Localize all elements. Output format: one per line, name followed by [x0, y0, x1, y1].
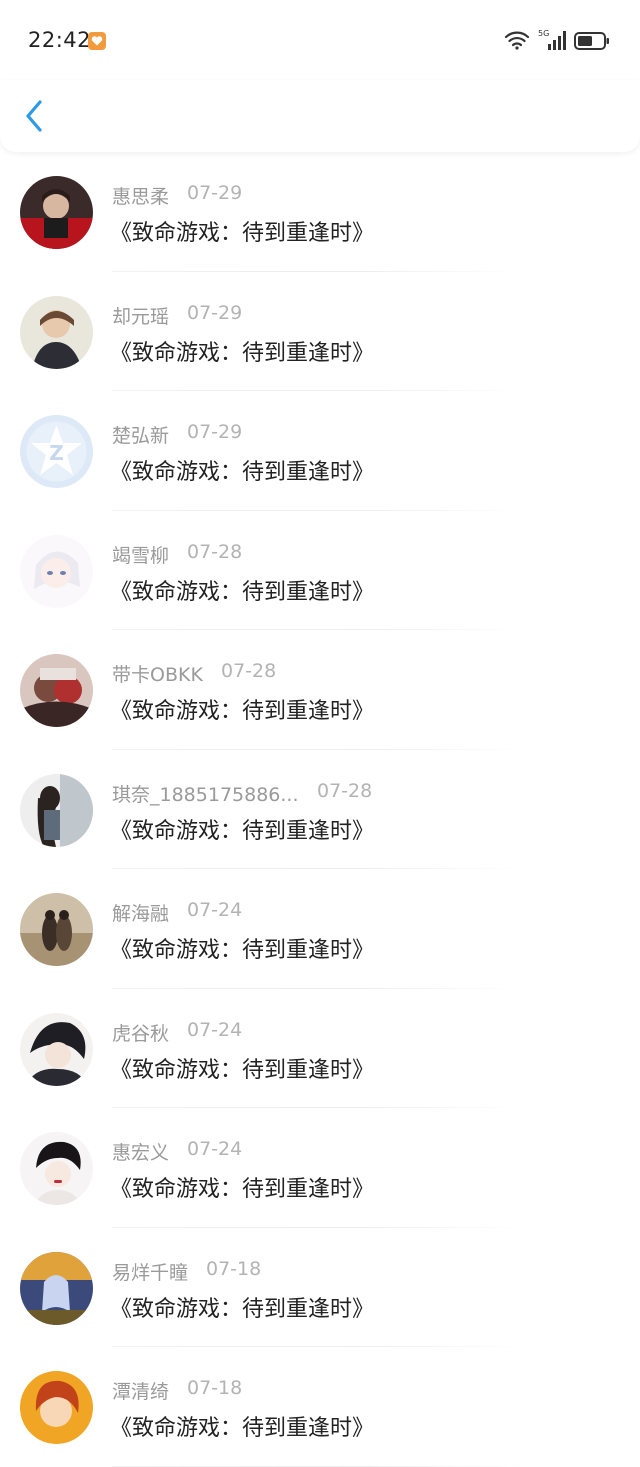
- list-item[interactable]: 带卡OBKK 07-28 《致命游戏：待到重逢时》: [0, 630, 640, 750]
- item-date: 07-24: [187, 1138, 243, 1160]
- list-item[interactable]: 琪奈_1885175886... 07-28 《致命游戏：待到重逢时》: [0, 750, 640, 869]
- wifi-icon: [504, 30, 530, 54]
- avatar[interactable]: [20, 295, 93, 369]
- avatar[interactable]: [20, 1012, 93, 1086]
- item-title: 《致命游戏：待到重逢时》: [110, 938, 375, 963]
- avatar[interactable]: [20, 176, 93, 249]
- user-name: 琪奈_1885175886...: [112, 783, 299, 806]
- user-name: 虎谷秋: [112, 1022, 170, 1045]
- item-date: 07-24: [187, 899, 243, 921]
- list-item[interactable]: 竭雪柳 07-28 《致命游戏：待到重逢时》: [0, 511, 640, 630]
- avatar[interactable]: [20, 1251, 93, 1325]
- user-name: 惠宏义: [112, 1142, 170, 1164]
- cellular-signal-icon: 5G: [538, 28, 570, 56]
- nav-bar: [0, 80, 640, 152]
- item-date: 07-24: [187, 1018, 243, 1041]
- list-item[interactable]: 易烊千瞳 07-18 《致命游戏：待到重逢时》: [0, 1228, 640, 1347]
- avatar[interactable]: [20, 534, 93, 608]
- list-item[interactable]: 却元瑶 07-29 《致命游戏：待到重逢时》: [0, 272, 640, 391]
- item-date: 07-28: [221, 660, 277, 682]
- user-name: 楚弘新: [112, 425, 170, 447]
- list-item[interactable]: 惠宏义 07-24 《致命游戏：待到重逢时》: [0, 1108, 640, 1228]
- list-item[interactable]: 虎谷秋 07-24 《致命游戏：待到重逢时》: [0, 989, 640, 1108]
- battery-icon: [574, 32, 610, 54]
- list-item[interactable]: Z 楚弘新 07-29 《致命游戏：待到重逢时》: [0, 391, 640, 511]
- avatar[interactable]: [20, 654, 93, 727]
- app-badge-icon: [88, 32, 106, 50]
- item-title: 《致命游戏：待到重逢时》: [110, 460, 375, 485]
- item-date: 07-18: [206, 1257, 262, 1280]
- avatar[interactable]: [20, 1371, 93, 1444]
- list-item[interactable]: 解海融 07-24 《致命游戏：待到重逢时》: [0, 869, 640, 989]
- user-name: 却元瑶: [112, 305, 170, 328]
- item-title: 《致命游戏：待到重逢时》: [110, 340, 375, 366]
- back-button[interactable]: [18, 94, 58, 138]
- item-date: 07-29: [187, 182, 243, 204]
- item-title: 《致命游戏：待到重逢时》: [110, 1416, 375, 1441]
- item-title: 《致命游戏：待到重逢时》: [110, 1296, 375, 1322]
- user-name: 竭雪柳: [112, 544, 170, 567]
- user-name: 解海融: [112, 903, 170, 925]
- user-name: 潭清绮: [112, 1381, 170, 1403]
- item-title: 《致命游戏：待到重逢时》: [110, 818, 375, 844]
- item-title: 《致命游戏：待到重逢时》: [110, 221, 375, 246]
- avatar[interactable]: [20, 1132, 93, 1205]
- network-type-label: 5G: [538, 29, 549, 38]
- svg-text:Z: Z: [49, 441, 64, 465]
- user-name: 带卡OBKK: [112, 664, 203, 686]
- item-title: 《致命游戏：待到重逢时》: [110, 699, 375, 724]
- item-date: 07-28: [317, 779, 373, 802]
- item-date: 07-28: [187, 540, 243, 563]
- item-date: 07-18: [187, 1377, 243, 1399]
- item-title: 《致命游戏：待到重逢时》: [110, 1057, 375, 1083]
- item-date: 07-29: [187, 301, 243, 324]
- item-title: 《致命游戏：待到重逢时》: [110, 579, 375, 605]
- item-date: 07-29: [187, 421, 243, 443]
- status-time: 22:42: [28, 28, 92, 52]
- user-name: 惠思柔: [112, 186, 170, 208]
- item-title: 《致命游戏：待到重逢时》: [110, 1177, 375, 1202]
- divider: [112, 1465, 522, 1467]
- user-list: 惠思柔 07-29 《致命游戏：待到重逢时》 却元瑶 07-29 《致命游戏：待到重逢时》…: [0, 152, 640, 1467]
- chevron-left-icon: [26, 100, 42, 132]
- list-item[interactable]: 潭清绮 07-18 《致命游戏：待到重逢时》: [0, 1347, 640, 1467]
- list-item[interactable]: 惠思柔 07-29 《致命游戏：待到重逢时》: [0, 152, 640, 272]
- avatar[interactable]: [20, 893, 93, 966]
- avatar[interactable]: [20, 773, 93, 847]
- user-name: 易烊千瞳: [112, 1261, 189, 1284]
- avatar[interactable]: Z: [20, 415, 93, 488]
- status-bar: 22:42 5G: [0, 0, 640, 80]
